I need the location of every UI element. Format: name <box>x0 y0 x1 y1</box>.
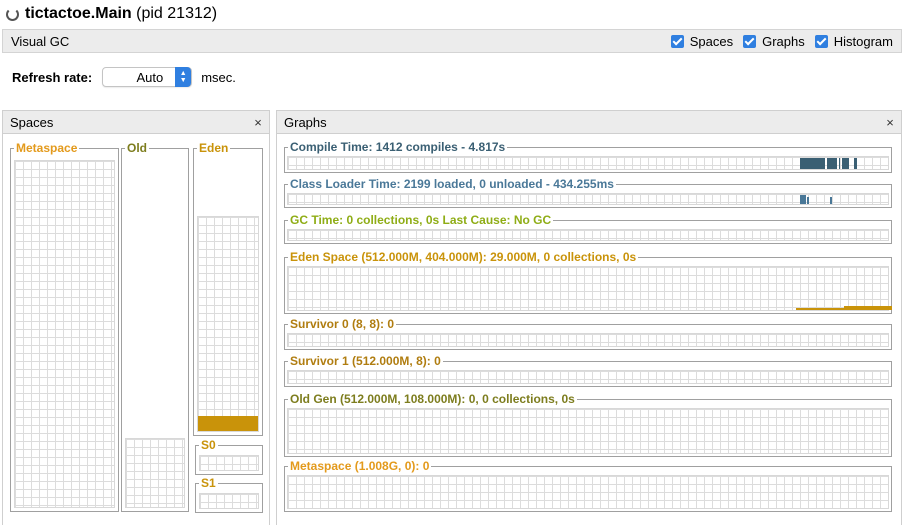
eden-usage-line <box>844 306 892 310</box>
gc-time-label: GC Time: 0 collections, 0s Last Cause: N… <box>288 212 554 228</box>
gc-time-graph: GC Time: 0 collections, 0s Last Cause: N… <box>284 212 892 244</box>
graphs-toggle-label: Graphs <box>762 33 805 49</box>
gc-time-grid <box>287 229 889 241</box>
close-icon[interactable]: × <box>250 115 266 130</box>
s1-grid <box>199 493 259 509</box>
graphs-panel: Compile Time: 1412 compiles - 4.817s Cla… <box>276 134 902 525</box>
old-grid <box>125 438 185 508</box>
metaspace-graph-label: Metaspace (1.008G, 0): 0 <box>288 458 432 474</box>
refresh-rate-value: Auto <box>136 69 164 85</box>
survivor-0-graph: Survivor 0 (8, 8): 0 <box>284 316 892 350</box>
s1-space-label: S1 <box>199 475 218 491</box>
eden-space: Eden <box>193 140 263 436</box>
survivor-1-graph: Survivor 1 (512.000M, 8): 0 <box>284 353 892 387</box>
eden-space-graph-label: Eden Space (512.000M, 404.000M): 29.000M… <box>288 249 639 265</box>
survivor-0-label: Survivor 0 (8, 8): 0 <box>288 316 397 332</box>
s0-space-label: S0 <box>199 437 218 453</box>
close-icon[interactable]: × <box>882 115 898 130</box>
survivor-1-grid <box>287 370 889 384</box>
spaces-checkbox-icon[interactable] <box>670 34 684 48</box>
graphs-checkbox-icon[interactable] <box>743 34 757 48</box>
histogram-toggle[interactable]: Histogram <box>814 33 893 49</box>
old-space-label: Old <box>125 140 149 156</box>
spaces-panel: Metaspace Old Eden S0 S1 <box>2 134 270 525</box>
eden-space-graph: Eden Space (512.000M, 404.000M): 29.000M… <box>284 249 892 314</box>
compile-time-graph: Compile Time: 1412 compiles - 4.817s <box>284 139 892 173</box>
metaspace-grid <box>14 160 115 508</box>
old-space: Old <box>121 140 189 512</box>
compile-time-bar <box>827 158 837 169</box>
graphs-toggle[interactable]: Graphs <box>743 34 805 49</box>
eden-usage-line <box>796 308 844 310</box>
old-gen-graph: Old Gen (512.000M, 108.000M): 0, 0 colle… <box>284 391 892 457</box>
compile-time-bar <box>854 158 857 169</box>
survivor-1-label: Survivor 1 (512.000M, 8): 0 <box>288 353 443 369</box>
visual-gc-title: Visual GC <box>11 33 70 49</box>
spaces-toggle[interactable]: Spaces <box>670 33 734 49</box>
old-gen-grid <box>287 408 889 454</box>
compile-time-grid <box>287 156 889 170</box>
window-title-bar: tictactoe.Main (pid 21312) <box>0 0 904 28</box>
compile-time-bar <box>839 158 840 169</box>
histogram-toggle-label: Histogram <box>833 33 893 49</box>
metaspace-space: Metaspace <box>10 140 119 512</box>
old-gen-label: Old Gen (512.000M, 108.000M): 0, 0 colle… <box>288 391 577 407</box>
select-arrows-icon[interactable]: ▲ ▼ <box>175 67 192 87</box>
spaces-toggle-label: Spaces <box>689 33 734 49</box>
metaspace-space-label: Metaspace <box>14 140 80 156</box>
eden-space-grid <box>287 266 892 311</box>
s0-grid <box>199 455 259 471</box>
visual-gc-toolbar: Visual GC Spaces Graphs Histogram <box>2 29 902 53</box>
compile-time-bar <box>842 158 849 169</box>
refresh-rate-select[interactable]: Auto ▲ ▼ <box>102 67 193 87</box>
compile-time-label: Compile Time: 1412 compiles - 4.817s <box>288 139 508 155</box>
class-loader-time-bar <box>807 197 809 204</box>
class-loader-time-label: Class Loader Time: 2199 loaded, 0 unload… <box>288 176 616 192</box>
refresh-rate-label: Refresh rate: <box>12 69 93 85</box>
metaspace-graph: Metaspace (1.008G, 0): 0 <box>284 458 892 512</box>
s0-space: S0 <box>195 437 263 475</box>
refresh-rate-row: Refresh rate: Auto ▲ ▼ msec. <box>12 66 236 88</box>
survivor-0-grid <box>287 333 889 347</box>
s1-space: S1 <box>195 475 263 513</box>
eden-space-label: Eden <box>197 140 231 156</box>
metaspace-graph-grid <box>287 475 889 509</box>
eden-used-fill <box>198 416 258 431</box>
spaces-panel-title: Spaces <box>10 114 54 130</box>
eden-grid <box>197 216 259 432</box>
compile-time-bar <box>800 158 825 169</box>
loading-spinner-icon <box>6 7 19 21</box>
graphs-panel-header: Graphs × <box>276 110 902 134</box>
class-loader-time-bar <box>800 195 806 204</box>
window-title: tictactoe.Main (pid 21312) <box>25 5 218 22</box>
class-loader-time-bar <box>830 197 832 204</box>
refresh-rate-unit: msec. <box>201 69 236 85</box>
histogram-checkbox-icon[interactable] <box>814 34 828 48</box>
graphs-panel-title: Graphs <box>284 114 327 130</box>
spaces-panel-header: Spaces × <box>2 110 270 134</box>
class-loader-time-graph: Class Loader Time: 2199 loaded, 0 unload… <box>284 176 892 208</box>
class-loader-time-grid <box>287 193 889 205</box>
